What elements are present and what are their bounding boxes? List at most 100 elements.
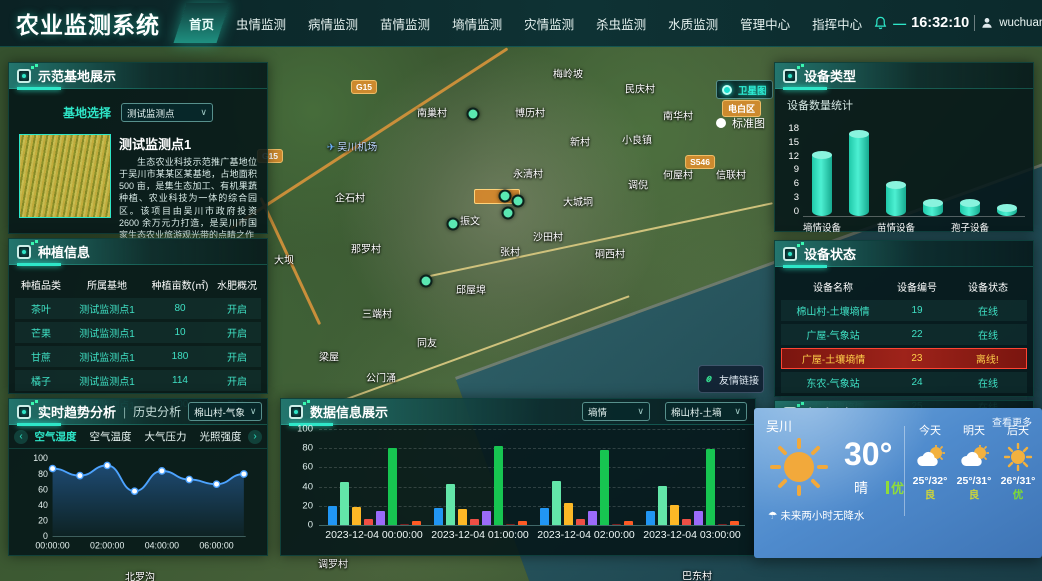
cylinder-bar: [997, 208, 1017, 216]
panel-header: 设备类型: [775, 63, 1033, 89]
grouped-bar-chart: 0204060801002023-12-04 00:00:002023-12-0…: [289, 429, 747, 553]
bar: [658, 486, 667, 525]
base-body: 测试监测点1 生态农业科技示范推广基地位于吴川市某某区某基地，占地面积 500 …: [9, 122, 267, 241]
panel-title: 数据信息展示: [310, 402, 388, 421]
panel-title: 种植信息: [38, 242, 90, 261]
svg-text:40: 40: [38, 500, 48, 510]
nav-item-8[interactable]: 管理中心: [729, 0, 801, 46]
bar: [434, 508, 443, 525]
clock: 16:32:10: [911, 15, 969, 31]
x-axis-label: 孢子设备: [951, 220, 989, 234]
bars: [646, 429, 739, 525]
chevron-right-icon[interactable]: ›: [248, 430, 262, 444]
table-header-row: 种植品类所属基地种植亩数(㎡)水肥概况: [15, 274, 261, 295]
x-axis-label: [915, 220, 951, 234]
nav-item-4[interactable]: 墒情监测: [441, 0, 513, 46]
trend-panel: 实时趋势分析 | 历史分析 棉山村-气象∨ ‹空气湿度空气温度大气压力光照强度›…: [8, 398, 268, 556]
precip-note: ☂ 未来两小时无降水: [768, 508, 864, 523]
nav-item-9[interactable]: 指挥中心: [801, 0, 873, 46]
panel-header: 种植信息: [9, 239, 267, 265]
nav-item-0[interactable]: 首页: [178, 0, 225, 46]
table-row: 东农-气象站24在线: [781, 372, 1027, 393]
layer-option-1[interactable]: 标准图: [716, 115, 773, 131]
layer-option-0[interactable]: 卫星图: [716, 80, 773, 99]
chevron-down-icon: ∨: [200, 107, 207, 118]
bar: [694, 511, 703, 525]
map-road: [230, 47, 508, 229]
tab-1[interactable]: 空气温度: [83, 429, 138, 444]
x-axis-labels: 墒情设备苗情设备孢子设备: [803, 220, 1025, 234]
cylinder-cap: [849, 130, 869, 138]
minimize-icon[interactable]: —: [893, 16, 906, 31]
tab-0[interactable]: 空气湿度: [28, 429, 83, 444]
nav-item-7[interactable]: 水质监测: [657, 0, 729, 46]
district-badge: 电白区: [722, 100, 761, 117]
data-info-panel: 数据信息展示 墒情∨ 棉山村-土墒∨ 0204060801002023-12-0…: [280, 398, 756, 556]
nav-item-6[interactable]: 杀虫监测: [585, 0, 657, 46]
nav-item-5[interactable]: 灾情监测: [513, 0, 585, 46]
base-select[interactable]: 测试监测点∨: [121, 103, 213, 122]
panel-icon: [17, 405, 31, 419]
cylinder-bar: [886, 185, 906, 216]
device-id: 19: [885, 305, 949, 316]
main-nav: 首页虫情监测病情监测苗情监测墒情监测灾情监测杀虫监测水质监测管理中心指挥中心: [178, 0, 873, 46]
station-select[interactable]: 棉山村-土墒∨: [665, 402, 747, 421]
layer-label: 标准图: [732, 115, 765, 131]
base-select-label: 基地选择: [63, 104, 111, 121]
cell: 开启: [213, 325, 261, 340]
chevron-left-icon[interactable]: ‹: [14, 430, 28, 444]
chevron-down-icon: ∨: [637, 406, 644, 417]
nav-item-1[interactable]: 虫情监测: [225, 0, 297, 46]
weather-card: 吴川 查看更多 30° 晴 优 ☂ 未来两小时无降水 今天25°/32°良明天2…: [754, 408, 1042, 558]
top-bar: 农业监测系统 首页虫情监测病情监测苗情监测墒情监测灾情监测杀虫监测水质监测管理中…: [0, 0, 1042, 47]
y-tick-label: 100: [289, 424, 313, 435]
nav-item-2[interactable]: 病情监测: [297, 0, 369, 46]
cylinder-cap: [886, 181, 906, 189]
partly-cloudy-icon: [952, 441, 996, 473]
cylinder-slot-3: [914, 203, 951, 216]
svg-text:100: 100: [33, 453, 48, 463]
bars: [434, 429, 527, 525]
panel-icon: [17, 69, 31, 83]
panel-title: 设备类型: [804, 66, 856, 85]
status-badge: 在线: [949, 303, 1027, 318]
cylinder-slot-4: [951, 203, 988, 216]
svg-text:06:00:00: 06:00:00: [199, 541, 233, 551]
panel-icon: [783, 69, 797, 83]
y-tick-label: 20: [289, 500, 313, 511]
divider: [974, 15, 975, 31]
history-tab[interactable]: 历史分析: [133, 403, 181, 420]
tab-3[interactable]: 光照强度: [193, 429, 248, 444]
y-tick-label: 15: [781, 137, 799, 148]
station-select[interactable]: 棉山村-气象∨: [188, 402, 262, 421]
cylinder-bar: [960, 203, 980, 216]
cell: 80: [147, 303, 213, 314]
chevron-down-icon: ∨: [250, 406, 257, 417]
cell: 114: [147, 375, 213, 386]
map-road: [259, 197, 321, 325]
bell-icon[interactable]: [873, 16, 888, 31]
metric-select[interactable]: 墒情∨: [582, 402, 650, 421]
y-tick-label: 9: [781, 164, 799, 175]
cylinder-cap: [997, 204, 1017, 212]
cylinder-bar: [849, 134, 869, 216]
chain-link-icon: [703, 373, 715, 385]
bar: [552, 481, 561, 525]
bars: [540, 429, 633, 525]
forecast-columns: 今天25°/32°良明天25°/31°良后天26°/31°优: [908, 422, 1040, 502]
bar: [730, 521, 739, 525]
user-menu[interactable]: wuchuan@test: [999, 17, 1042, 29]
bar: [328, 506, 337, 525]
svg-text:20: 20: [38, 516, 48, 526]
bar: [682, 519, 691, 525]
forecast-col-2: 后天26°/31°优: [996, 422, 1040, 502]
cell: 测试监测点1: [67, 301, 147, 316]
table-row: 橘子测试监测点1114开启: [15, 370, 261, 391]
bar: [352, 507, 361, 525]
title-separator: |: [123, 405, 126, 419]
friend-link-button[interactable]: 友情链接: [698, 365, 764, 393]
tab-2[interactable]: 大气压力: [138, 429, 193, 444]
x-axis-label: [989, 220, 1025, 234]
forecast-day: 后天: [996, 422, 1040, 438]
nav-item-3[interactable]: 苗情监测: [369, 0, 441, 46]
